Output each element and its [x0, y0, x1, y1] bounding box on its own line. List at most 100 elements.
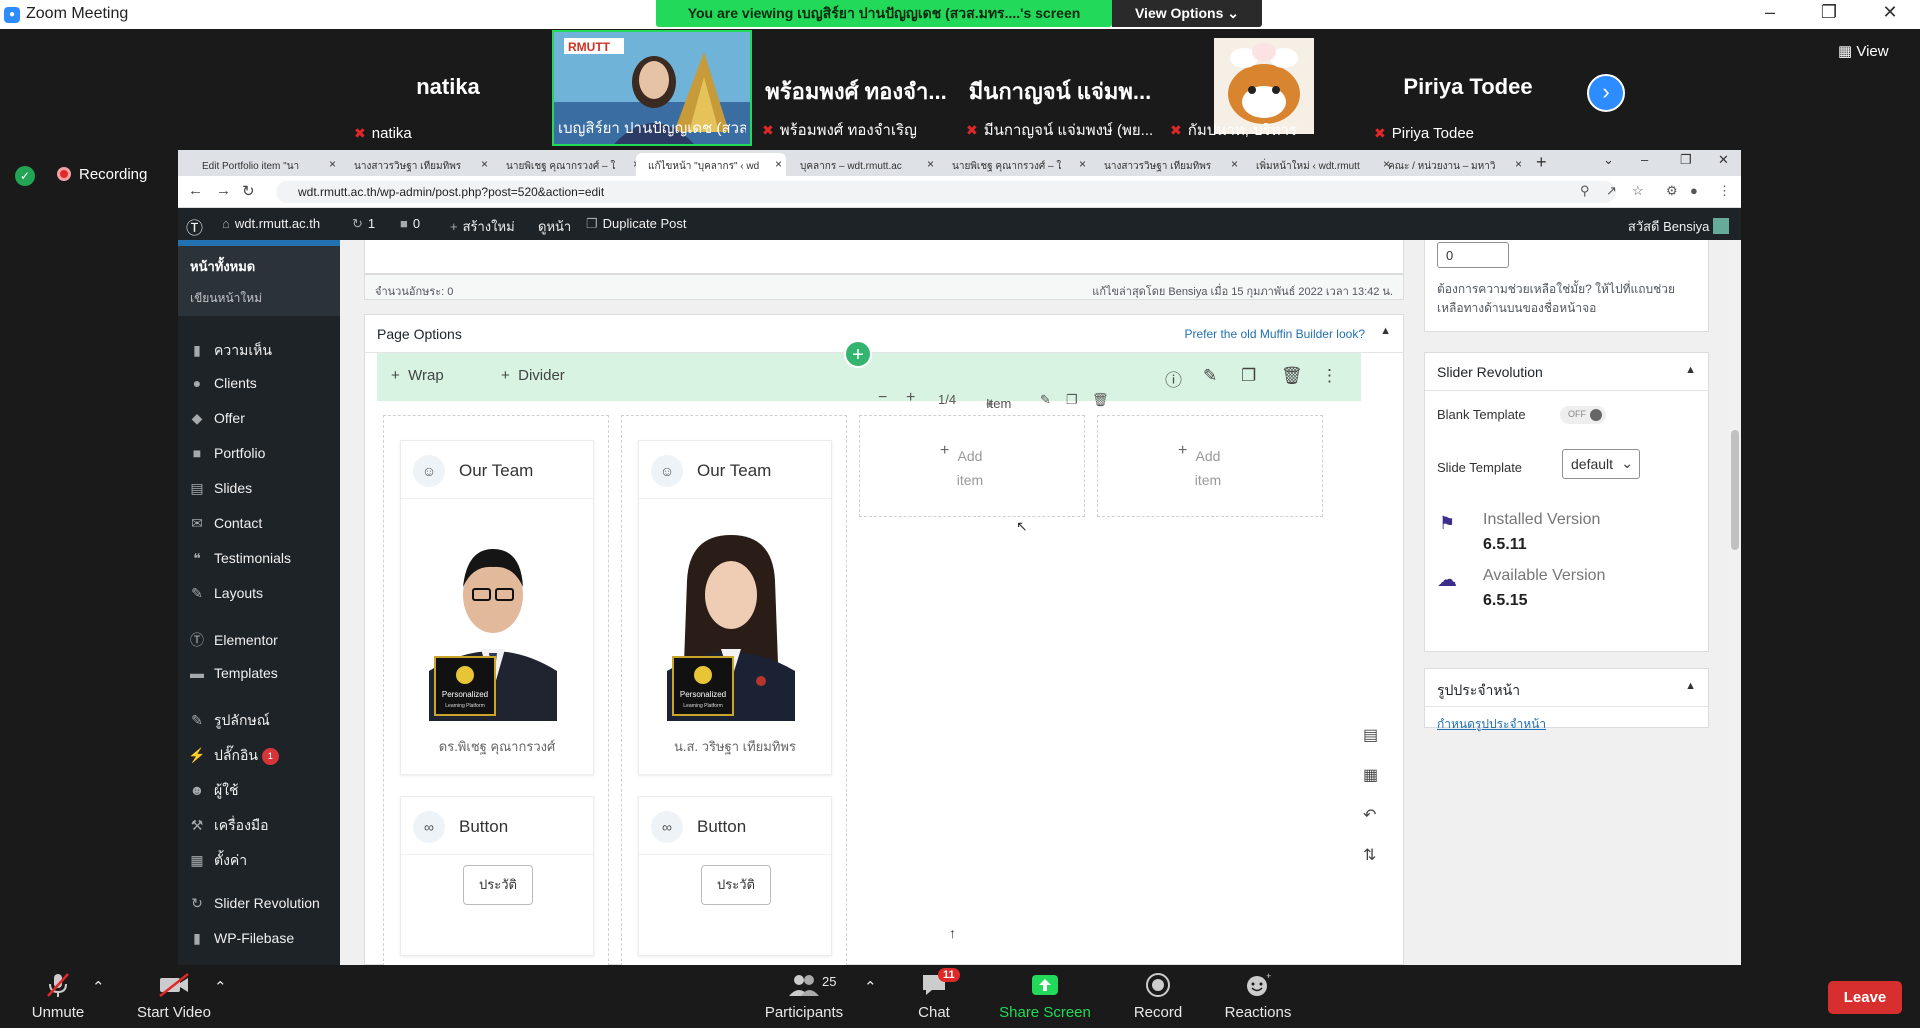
duplicate-post-link[interactable]: ❐ Duplicate Post — [586, 216, 686, 232]
participant-tile[interactable]: มีนกาญจน์ แจ่มพ... ✖ มีนกาญจน์ แจ่มพงษ์ (… — [960, 30, 1160, 146]
collapse-toggle-icon[interactable]: ▲ — [1380, 325, 1391, 337]
collapse-toggle-icon[interactable]: ▲ — [1685, 364, 1696, 376]
participant-tile-active-speaker[interactable]: RMUTT เบญสิร์ยา ปานปัญญเดช (สวส... — [552, 30, 752, 146]
sidebar-item-settings[interactable]: ▦ ตั้งค่า — [188, 850, 247, 872]
browser-tab[interactable]: Edit Portfolio item "นา × — [190, 153, 340, 176]
sidebar-item-contact[interactable]: ✉ Contact — [188, 515, 262, 532]
scrollbar-thumb[interactable] — [1731, 430, 1739, 550]
close-tab-icon[interactable]: × — [1231, 157, 1238, 171]
shield-icon[interactable]: ✓ — [15, 166, 35, 186]
share-icon[interactable]: ↗ — [1606, 183, 1617, 199]
sidebar-item-testimonials[interactable]: ❝ Testimonials — [188, 550, 291, 567]
browser-tab[interactable]: บุคลากร – wdt.rmutt.ac × — [788, 153, 938, 176]
browser-tab[interactable]: นางสาวรวิษฐา เทียมทิพร × — [1092, 153, 1242, 176]
decrease-size-icon[interactable]: − — [878, 389, 887, 407]
address-bar[interactable]: wdt.rmutt.ac.th/wp-admin/post.php?post=5… — [276, 181, 1616, 203]
audio-options-chevron-icon[interactable]: ⌃ — [92, 978, 105, 996]
record-button[interactable]: Record — [1126, 972, 1190, 1021]
participant-tile[interactable]: ✖ กัมปนาท, บริหาร — [1164, 30, 1364, 146]
share-screen-button[interactable]: Share Screen — [996, 972, 1094, 1021]
sidebar-item-slider-revolution[interactable]: ↻ Slider Revolution — [188, 895, 320, 912]
leave-button[interactable]: Leave — [1828, 981, 1902, 1014]
chat-button[interactable]: Chat 11 — [906, 968, 962, 1021]
participants-button[interactable]: Participants 25 — [756, 972, 852, 1021]
duplicate-icon[interactable]: ❐ — [1066, 392, 1078, 408]
more-options-icon[interactable]: ⋮ — [1321, 366, 1338, 386]
recording-indicator[interactable]: Recording — [57, 166, 147, 183]
close-tab-icon[interactable]: × — [927, 157, 934, 171]
sidebar-item-slides[interactable]: ▤ Slides — [188, 480, 252, 497]
order-input[interactable]: 0 — [1437, 242, 1509, 268]
duplicate-icon[interactable]: ❐ — [1241, 366, 1256, 386]
sidebar-item-wp-filebase[interactable]: ▮ WP-Filebase — [188, 930, 294, 947]
sidebar-item-appearance[interactable]: ✎ รูปลักษณ์ — [188, 710, 270, 732]
restore-icon[interactable]: ❐ — [1815, 2, 1843, 23]
sidebar-item-elementor[interactable]: Ⓣ Elementor — [188, 630, 278, 650]
zoom-icon[interactable]: ⚲ — [1580, 183, 1590, 199]
menu-icon[interactable]: ⋮ — [1718, 183, 1731, 199]
view-button[interactable]: ▦ View — [1838, 42, 1889, 60]
add-divider-button[interactable]: + Divider — [501, 367, 565, 384]
export-icon[interactable]: ▤ — [1363, 725, 1378, 745]
edit-icon[interactable]: ✎ — [1040, 392, 1051, 408]
submenu-add-new-page[interactable]: เขียนหน้าใหม่ — [190, 289, 340, 308]
editor-area-bottom[interactable] — [364, 240, 1404, 274]
reload-icon[interactable]: ↻ — [242, 182, 255, 200]
close-icon[interactable]: ✕ — [1876, 2, 1904, 23]
add-item-placeholder[interactable]: + Add item — [859, 415, 1085, 517]
sidebar-item-users[interactable]: ☻ ผู้ใช้ — [188, 780, 239, 802]
participants-options-chevron-icon[interactable]: ⌃ — [864, 978, 877, 996]
builder-column[interactable]: ☺ Our Team Personalized Learning Platfor… — [383, 415, 609, 965]
start-video-button[interactable]: Start Video — [130, 972, 218, 1021]
our-team-item[interactable]: ☺ Our Team Personalized Learning Platfor… — [638, 440, 832, 775]
close-tab-icon[interactable]: × — [481, 157, 488, 171]
templates-icon[interactable]: ▦ — [1363, 765, 1378, 785]
site-name-link[interactable]: ⌂ wdt.rmutt.ac.th — [222, 216, 320, 231]
minimize-icon[interactable]: – — [1756, 2, 1784, 23]
info-icon[interactable]: ⓘ — [1165, 366, 1182, 391]
view-options-button[interactable]: View Options ⌄ — [1112, 0, 1262, 27]
comments-link[interactable]: ■ 0 — [400, 216, 420, 231]
sidebar-item-tools[interactable]: ⚒ เครื่องมือ — [188, 815, 269, 837]
close-icon[interactable]: ✕ — [1718, 152, 1729, 168]
tab-search-icon[interactable]: ⌄ — [1603, 152, 1614, 168]
our-team-item[interactable]: ☺ Our Team Personalized Learning Platfor… — [400, 440, 594, 775]
next-page-arrow-icon[interactable]: › — [1587, 74, 1625, 112]
participant-tile[interactable]: พร้อมพงศ์ ทองจำ... ✖ พร้อมพงศ์ ทองจำเริญ — [756, 30, 956, 146]
restore-icon[interactable]: ❐ — [1680, 152, 1692, 168]
submenu-all-pages[interactable]: หน้าทั้งหมด — [190, 256, 340, 277]
participant-tile[interactable]: natika ✖ natika — [348, 30, 548, 146]
sidebar-item-portfolio[interactable]: ■ Portfolio — [188, 445, 266, 461]
sidebar-item-comments[interactable]: ▮ ความเห็น — [188, 340, 272, 362]
browser-tab[interactable]: นางสาวรวิษฐา เทียมทิพร × — [342, 153, 492, 176]
slide-template-select[interactable]: default ⌄ — [1562, 449, 1640, 479]
close-tab-icon[interactable]: × — [1079, 157, 1086, 171]
undo-icon[interactable]: ↶ — [1363, 805, 1376, 825]
extensions-icon[interactable]: ⚙ — [1666, 183, 1678, 199]
sidebar-item-plugins[interactable]: ⚡ ปลั๊กอิน 1 — [188, 745, 279, 767]
back-icon[interactable]: ← — [188, 182, 203, 199]
increase-size-icon[interactable]: + — [906, 389, 915, 407]
edit-icon[interactable]: ✎ — [1203, 366, 1217, 386]
add-item-placeholder[interactable]: + Add item — [1097, 415, 1323, 517]
forward-icon[interactable]: → — [216, 182, 231, 199]
add-section-icon[interactable]: + — [844, 340, 872, 368]
history-button[interactable]: ประวัติ — [463, 865, 533, 905]
close-tab-icon[interactable]: × — [329, 157, 336, 171]
set-featured-image-link[interactable]: กำหนดรูปประจำหน้า — [1437, 715, 1546, 734]
add-wrap-button[interactable]: + Wrap — [391, 367, 444, 384]
sidebar-item-offer[interactable]: ◆ Offer — [188, 410, 245, 427]
wordpress-logo-icon[interactable]: Ⓣ — [186, 214, 203, 239]
history-button[interactable]: ประวัติ — [701, 865, 771, 905]
sort-icon[interactable]: ⇅ — [1363, 845, 1376, 865]
sidebar-item-layouts[interactable]: ✎ Layouts — [188, 585, 263, 602]
browser-tab[interactable]: คณะ / หน่วยงาน – มหาวิ × — [1376, 153, 1526, 176]
trash-icon[interactable]: 🗑 — [1092, 392, 1109, 408]
scroll-top-icon[interactable]: ↑ — [949, 925, 956, 941]
browser-tab-active[interactable]: แก้ไขหน้า "บุคลากร" ‹ wd × — [636, 153, 786, 176]
account-menu[interactable]: สวัสดี Bensiya — [1628, 216, 1729, 237]
browser-tab[interactable]: นายพิเชฐ คุณากรวงศ์ – ใ× — [494, 153, 644, 176]
profile-icon[interactable]: ● — [1690, 183, 1698, 198]
star-icon[interactable]: ☆ — [1632, 183, 1644, 199]
close-tab-icon[interactable]: × — [1515, 157, 1522, 171]
